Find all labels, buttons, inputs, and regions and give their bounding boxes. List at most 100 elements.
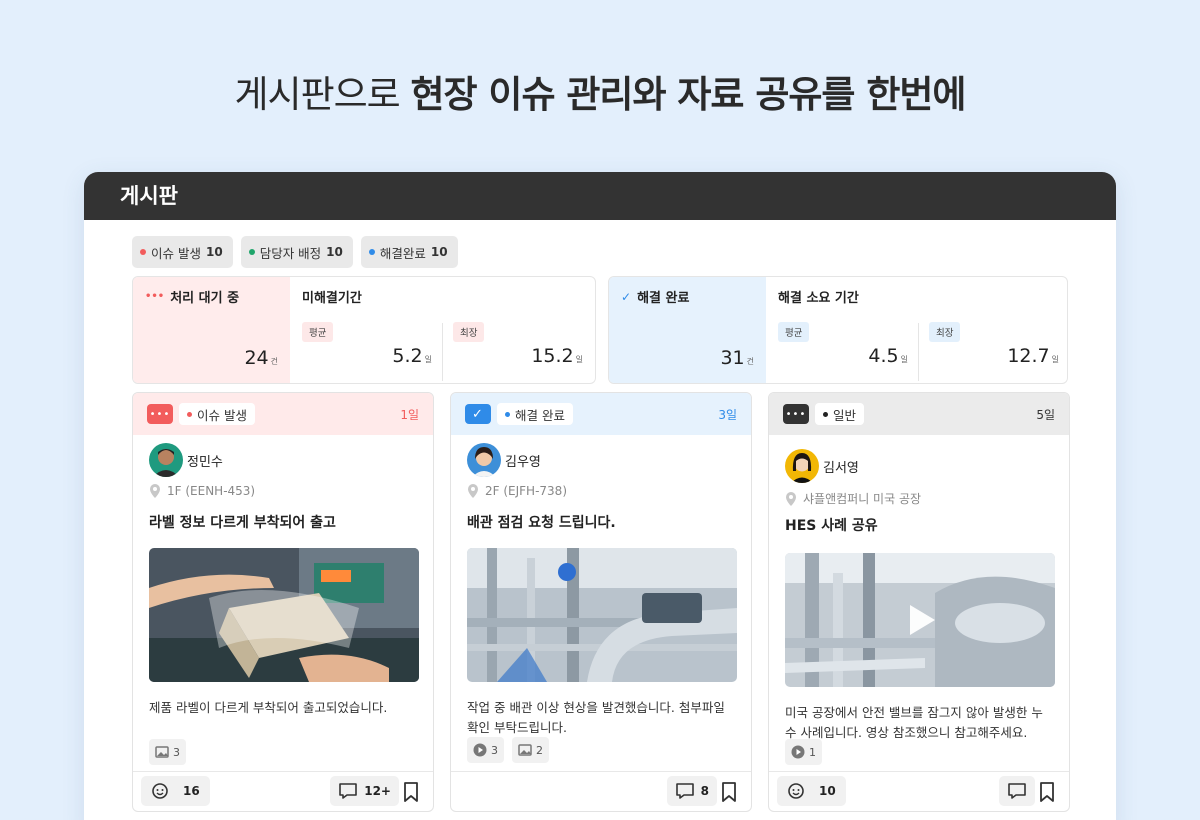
board-title: 게시판 bbox=[84, 172, 1116, 220]
video-attachment-badge[interactable]: 3 bbox=[467, 737, 504, 763]
pending-duration: 미해결기간 평균 5.2 일 최장 15.2 일 bbox=[290, 277, 595, 383]
count-unit: 건 bbox=[746, 357, 754, 366]
comment-count: 8 bbox=[700, 784, 709, 798]
avatar bbox=[149, 443, 183, 477]
card-header: ✓ 해결 완료 3일 bbox=[451, 393, 751, 435]
location-pin-icon bbox=[786, 491, 796, 506]
chip-count: 10 bbox=[205, 245, 223, 259]
chip-label: 해결완료 bbox=[379, 245, 426, 261]
bookmark-icon[interactable] bbox=[1039, 782, 1055, 802]
chip-count: 10 bbox=[326, 245, 343, 259]
location: 1F (EENH-453) bbox=[149, 484, 433, 498]
location-text: 2F (EJFH-738) bbox=[485, 484, 567, 498]
video-count: 1 bbox=[809, 745, 816, 759]
comment-button[interactable]: 8 bbox=[666, 776, 717, 806]
bookmark-icon[interactable] bbox=[403, 782, 419, 802]
post-description: 미국 공장에서 안전 밸브를 잠그지 않아 발생한 누수 사례입니다. 영상 참… bbox=[785, 705, 1043, 740]
elapsed-days: 1일 bbox=[400, 407, 419, 422]
author: 김서영 bbox=[785, 449, 1069, 483]
headline-bold: 현장 이슈 관리와 자료 공유를 한번에 bbox=[410, 73, 966, 116]
board-window: 게시판 이슈 발생 10 담당자 배정 10 해결완료 10 ••• 처리 대기… bbox=[84, 172, 1116, 820]
image-icon bbox=[155, 746, 169, 758]
post-title[interactable]: 라벨 정보 다르게 부착되어 출고 bbox=[149, 512, 433, 532]
card-header: ••• 이슈 발생 1일 bbox=[133, 393, 433, 435]
day-unit: 일 bbox=[575, 355, 583, 364]
comment-icon bbox=[339, 783, 358, 799]
status-filter-chips: 이슈 발생 10 담당자 배정 10 해결완료 10 bbox=[132, 236, 458, 268]
day-unit: 일 bbox=[424, 355, 432, 364]
post-photo-packaging[interactable] bbox=[149, 548, 419, 682]
comment-icon bbox=[675, 783, 694, 799]
post-card[interactable]: ••• 이슈 발생 1일 정민수 1F (EENH-453) 라벨 정보 다르게… bbox=[132, 392, 434, 812]
resolved-avg-value: 4.5 bbox=[868, 345, 899, 367]
check-icon: ✓ bbox=[621, 289, 632, 304]
count-unit: 건 bbox=[270, 357, 278, 366]
dot-icon bbox=[368, 249, 375, 255]
resolved-label: 해결 완료 bbox=[637, 291, 690, 306]
avg-tag: 평균 bbox=[778, 322, 810, 342]
headline: 게시판으로 현장 이슈 관리와 자료 공유를 한번에 bbox=[0, 64, 1200, 118]
chip-resolved[interactable]: 해결완료 10 bbox=[360, 236, 458, 268]
status-pill: 일반 bbox=[815, 403, 865, 425]
image-count: 2 bbox=[536, 743, 543, 757]
resolved-max-value: 12.7 bbox=[1007, 345, 1050, 367]
play-icon bbox=[473, 743, 487, 757]
check-icon: ✓ bbox=[465, 404, 491, 424]
image-count: 3 bbox=[173, 745, 180, 759]
post-photo-pipes[interactable] bbox=[467, 548, 737, 682]
pending-duration-title: 미해결기간 bbox=[302, 291, 362, 306]
play-icon bbox=[791, 745, 805, 759]
attachments: 1 bbox=[785, 739, 822, 765]
chip-label: 이슈 발생 bbox=[151, 245, 201, 261]
reaction-button[interactable]: 10 bbox=[777, 776, 846, 806]
avatar bbox=[785, 449, 819, 483]
post-title[interactable]: HES 사례 공유 bbox=[785, 515, 1069, 535]
status-label: 일반 bbox=[833, 407, 857, 423]
reaction-count: 16 bbox=[183, 784, 200, 798]
pending-dots-icon: ••• bbox=[145, 291, 165, 302]
avg-tag: 평균 bbox=[302, 322, 334, 342]
location: 2F (EJFH-738) bbox=[467, 484, 751, 498]
author: 정민수 bbox=[149, 443, 433, 477]
post-description: 작업 중 배관 이상 현상을 발견했습니다. 첨부파일 확인 부탁드립니다. bbox=[467, 700, 725, 735]
dots-icon: ••• bbox=[783, 404, 809, 424]
status-pill: 이슈 발생 bbox=[179, 403, 255, 425]
pending-summary: ••• 처리 대기 중 24 건 bbox=[133, 277, 290, 383]
emoji-add-icon bbox=[152, 783, 168, 799]
status-label: 이슈 발생 bbox=[197, 407, 247, 423]
post-card[interactable]: ••• 일반 5일 김서영 샤플앤컴퍼니 미국 공장 HES 사례 공유 미국 … bbox=[768, 392, 1070, 812]
bookmark-icon[interactable] bbox=[721, 782, 737, 802]
pending-avg-value: 5.2 bbox=[392, 345, 423, 367]
image-attachment-badge[interactable]: 2 bbox=[512, 737, 549, 763]
author: 김우영 bbox=[467, 443, 751, 477]
image-attachment-badge[interactable]: 3 bbox=[149, 739, 186, 765]
reaction-button[interactable]: 16 bbox=[141, 776, 210, 806]
day-unit: 일 bbox=[1051, 355, 1059, 364]
pending-max-value: 15.2 bbox=[531, 345, 574, 367]
location-text: 샤플앤컴퍼니 미국 공장 bbox=[803, 492, 922, 506]
chip-issue[interactable]: 이슈 발생 10 bbox=[132, 236, 233, 268]
divider bbox=[442, 323, 443, 381]
day-unit: 일 bbox=[900, 355, 908, 364]
resolved-duration: 해결 소요 기간 평균 4.5 일 최장 12.7 일 bbox=[766, 277, 1067, 383]
reaction-count: 10 bbox=[819, 784, 836, 798]
post-video-thumbnail[interactable] bbox=[785, 553, 1055, 687]
comment-button[interactable] bbox=[999, 776, 1035, 806]
chip-count: 10 bbox=[430, 245, 448, 259]
chip-label: 담당자 배정 bbox=[259, 245, 322, 261]
divider bbox=[918, 323, 919, 381]
post-card[interactable]: ✓ 해결 완료 3일 김우영 2F (EJFH-738) 배관 점검 요청 드립… bbox=[450, 392, 752, 812]
image-icon bbox=[518, 744, 532, 756]
post-title[interactable]: 배관 점검 요청 드립니다. bbox=[467, 512, 751, 532]
location-text: 1F (EENH-453) bbox=[167, 484, 256, 498]
video-attachment-badge[interactable]: 1 bbox=[785, 739, 822, 765]
headline-light: 게시판으로 bbox=[234, 73, 411, 116]
dots-icon: ••• bbox=[147, 404, 173, 424]
comment-button[interactable]: 12+ bbox=[330, 776, 399, 806]
chip-assigned[interactable]: 담당자 배정 10 bbox=[240, 236, 353, 268]
elapsed-days: 3일 bbox=[718, 407, 737, 422]
resolved-duration-title: 해결 소요 기간 bbox=[778, 291, 859, 306]
dot-icon bbox=[823, 411, 828, 417]
dot-icon bbox=[505, 411, 510, 417]
card-footer: 8 bbox=[451, 771, 751, 811]
